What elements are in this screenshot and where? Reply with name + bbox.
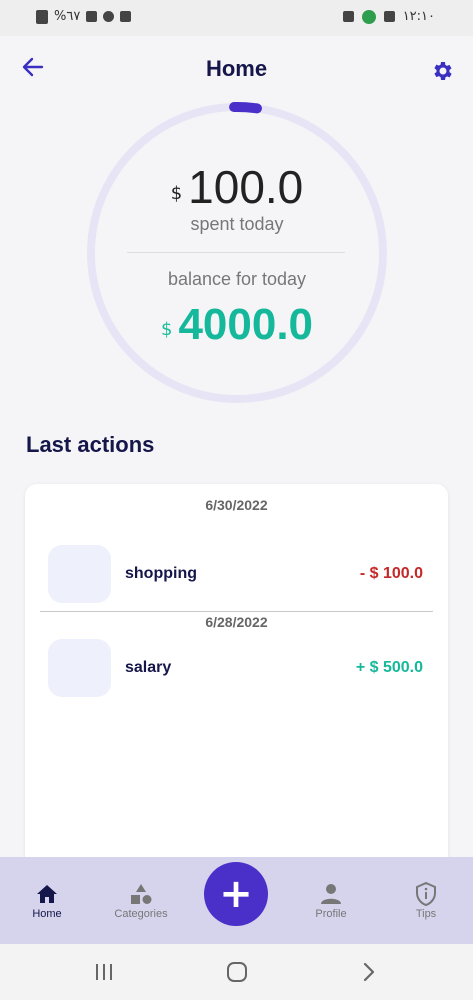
battery-percent: %٦٧	[54, 9, 81, 24]
spent-label: spent today	[190, 214, 284, 234]
plus-icon: +	[219, 871, 253, 917]
add-transaction-button[interactable]: +	[204, 862, 268, 926]
date-header: 6/30/2022	[205, 497, 268, 513]
ring-progress	[229, 102, 262, 114]
system-navigation	[0, 944, 473, 1000]
spent-amount: 100.0	[188, 161, 304, 213]
action-name: shopping	[125, 565, 197, 582]
date-header: 6/28/2022	[205, 614, 268, 630]
settings-button[interactable]	[425, 54, 459, 88]
home-icon	[37, 885, 57, 903]
nav-label: Categories	[114, 908, 168, 920]
system-back-button[interactable]	[354, 958, 384, 986]
nav-label: Profile	[315, 908, 347, 920]
balance-amount: 4000.0	[178, 300, 314, 349]
image-icon	[383, 11, 395, 22]
spent-amount-row: $100.0	[86, 160, 388, 214]
home-circle-icon	[227, 962, 247, 982]
spent-currency: $	[170, 183, 183, 204]
category-icon	[48, 545, 111, 603]
nav-profile[interactable]: Profile	[291, 881, 371, 920]
action-amount: - $ 100.0	[359, 565, 423, 582]
back-chevron-icon	[363, 962, 375, 982]
page-title: Home	[205, 56, 268, 81]
categories-icon	[131, 884, 152, 904]
action-amount: + $ 500.0	[355, 659, 423, 676]
shield-info-icon	[416, 882, 436, 906]
notification-icon	[120, 11, 132, 22]
app-notification-icon	[361, 9, 376, 24]
daily-summary-ring: $100.0 spent today balance for today $40…	[86, 102, 388, 404]
signal-icon	[86, 11, 98, 22]
system-home-button[interactable]	[222, 958, 252, 986]
app-header: Home	[0, 36, 473, 102]
category-icon	[48, 639, 111, 697]
progress-ring	[87, 102, 387, 403]
status-time: ١٢:١٠	[402, 9, 435, 24]
nav-categories[interactable]: Categories	[101, 881, 181, 920]
status-right: ١٢:١٠	[342, 9, 435, 24]
ring-divider	[127, 252, 345, 253]
balance-label: balance for today	[167, 269, 307, 289]
row-divider	[40, 611, 433, 612]
balance-currency: $	[160, 319, 173, 340]
action-row-shopping[interactable]: shopping - $ 100.0	[25, 545, 448, 605]
alarm-icon	[103, 11, 115, 22]
nav-home[interactable]: Home	[7, 881, 87, 920]
nav-label: Tips	[415, 908, 437, 920]
battery-icon	[36, 9, 48, 24]
ring-track	[87, 103, 387, 403]
balance-amount-row: $4000.0	[86, 300, 388, 350]
gear-icon	[434, 62, 452, 80]
recent-apps-icon	[96, 964, 112, 980]
last-actions-card: 6/30/2022 shopping - $ 100.0 6/28/2022 s…	[25, 484, 448, 904]
recent-apps-button[interactable]	[89, 958, 119, 986]
action-name: salary	[125, 659, 172, 676]
nav-label: Home	[32, 908, 62, 920]
nav-tips[interactable]: Tips	[386, 881, 466, 920]
action-row-salary[interactable]: salary + $ 500.0	[25, 639, 448, 699]
profile-icon	[321, 884, 341, 904]
checkbox-icon	[342, 11, 354, 22]
status-left: %٦٧	[36, 9, 132, 24]
last-actions-title: Last actions	[26, 432, 155, 457]
status-bar: %٦٧ ١٢:١٠	[0, 0, 473, 36]
